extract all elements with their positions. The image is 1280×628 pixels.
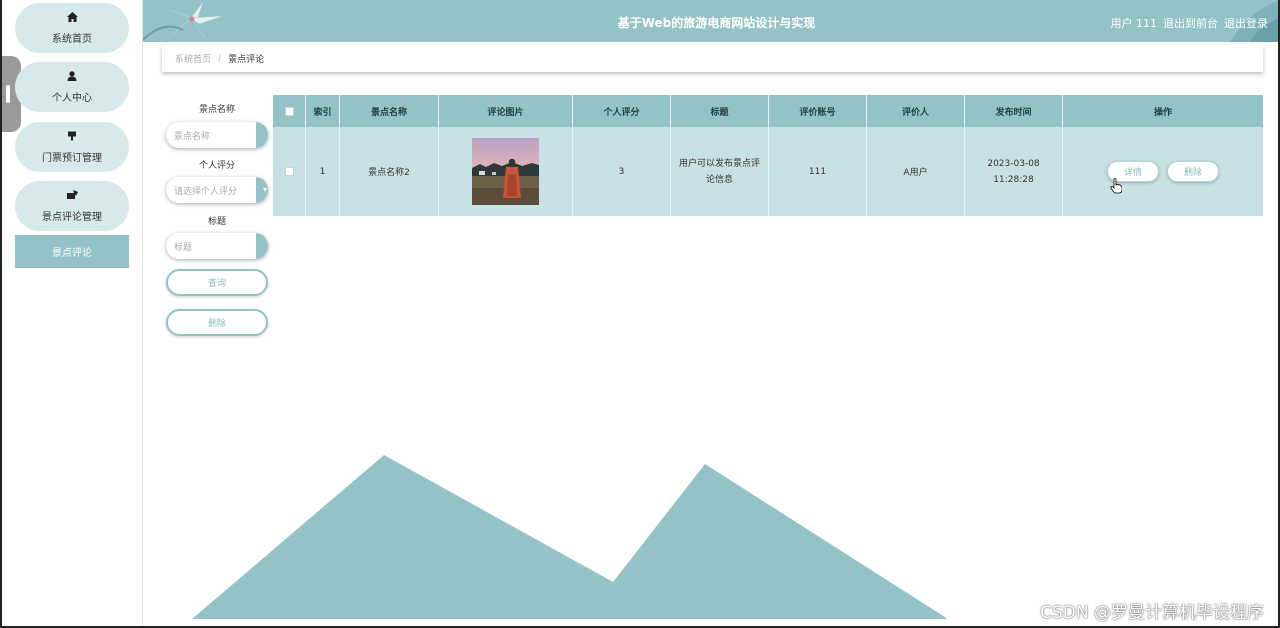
sidebar-item-label: 系统首页 [52, 33, 92, 45]
title-placeholder: 标题 [174, 242, 193, 253]
sidebar-item-label: 门票预订管理 [42, 152, 102, 164]
breadcrumb: 系统首页 / 景点评论 [162, 45, 1263, 72]
sidebar-subitem-comments[interactable]: 景点评论 [15, 235, 129, 268]
hand-cursor-icon [1110, 178, 1122, 194]
comment-image-cell [439, 127, 573, 216]
column-header: 评论图片 [439, 95, 573, 127]
query-button[interactable]: 查询 [166, 269, 268, 296]
sidebar-item-profile[interactable]: 个人中心 [15, 62, 129, 112]
column-header: 操作 [1153, 107, 1172, 118]
comment-image[interactable] [472, 138, 539, 205]
back-to-front-link[interactable]: 退出到前台 [1163, 15, 1218, 31]
table-row: 1 景点名称2 3 用户可以发布景点评论信息 111 A用户 2023-03-0… [273, 127, 1263, 216]
spot-name-placeholder: 景点名称 [174, 131, 211, 142]
breadcrumb-home-link[interactable]: 系统首页 [175, 52, 211, 65]
home-icon [66, 11, 78, 25]
rating-label: 个人评分 [198, 161, 235, 171]
row-checkbox[interactable] [284, 167, 294, 176]
comments-table: 索引 景点名称 评论图片 个人评分 标题 评价账号 评价人 发布时间 操作 1 … [273, 95, 1263, 216]
spot-name-label: 景点名称 [198, 105, 235, 115]
logout-link[interactable]: 退出登录 [1224, 15, 1268, 31]
account-cell: 111 [769, 127, 867, 216]
title-input[interactable]: 标题 [166, 233, 268, 259]
column-header: 评价人 [867, 95, 965, 127]
sidebar-item-home[interactable]: 系统首页 [15, 3, 129, 53]
sidebar-item-label: 景点评论管理 [42, 211, 102, 223]
rating-placeholder: 请选择个人评分 [174, 186, 238, 197]
current-user: 用户 111 [1110, 17, 1158, 30]
ticket-icon [67, 131, 77, 144]
title-cell: 用户可以发布景点评论信息 [671, 127, 769, 216]
sidebar-item-label: 个人中心 [52, 92, 92, 104]
breadcrumb-separator: / [218, 53, 222, 64]
column-header: 发布时间 [965, 95, 1063, 127]
rating-select[interactable]: 请选择个人评分 ▾ [166, 177, 268, 203]
publish-time-cell: 2023-03-08 11:28:28 [965, 127, 1063, 216]
sidebar: 系统首页 个人中心 门票预订管理 景点评论管理 景点评论 [2, 0, 143, 626]
title-label: 标题 [207, 217, 226, 227]
app-window: 系统首页 个人中心 门票预订管理 景点评论管理 景点评论 基于Web的旅游电商网… [0, 0, 1280, 628]
select-all-checkbox[interactable] [284, 106, 294, 116]
breadcrumb-current: 景点评论 [228, 55, 265, 65]
watermark: CSDN @罗曼计算机毕设程序 [1040, 603, 1264, 623]
sidebar-item-ticket-booking[interactable]: 门票预订管理 [15, 122, 129, 172]
column-header: 索引 [306, 95, 340, 127]
comment-icon [66, 189, 78, 203]
column-header: 个人评分 [573, 95, 671, 127]
page-title: 基于Web的旅游电商网站设计与实现 [617, 16, 816, 30]
batch-delete-button[interactable]: 删除 [166, 309, 268, 336]
index-cell: 1 [306, 127, 340, 216]
delete-button[interactable]: 删除 [1167, 161, 1219, 182]
spot-name-cell: 景点名称2 [340, 127, 439, 216]
reviewer-cell: A用户 [867, 127, 965, 216]
row-select-cell [273, 127, 306, 216]
top-header: 基于Web的旅游电商网站设计与实现 用户 111 退出到前台 退出登录 [143, 0, 1278, 42]
chevron-down-icon: ▾ [262, 185, 267, 194]
sidebar-item-comment-management[interactable]: 景点评论管理 [15, 181, 129, 231]
header-user-area: 用户 111 退出到前台 退出登录 [1111, 15, 1269, 31]
spot-name-input[interactable]: 景点名称 [166, 122, 268, 148]
column-header: 评价账号 [769, 95, 867, 127]
table-header-row: 索引 景点名称 评论图片 个人评分 标题 评价账号 评价人 发布时间 操作 [273, 95, 1263, 127]
header-select-all [273, 95, 306, 127]
column-header: 景点名称 [340, 95, 439, 127]
rating-cell: 3 [573, 127, 671, 216]
user-icon [67, 70, 77, 84]
actions-cell: 详情 删除 [1063, 127, 1263, 216]
column-header: 标题 [671, 95, 769, 127]
